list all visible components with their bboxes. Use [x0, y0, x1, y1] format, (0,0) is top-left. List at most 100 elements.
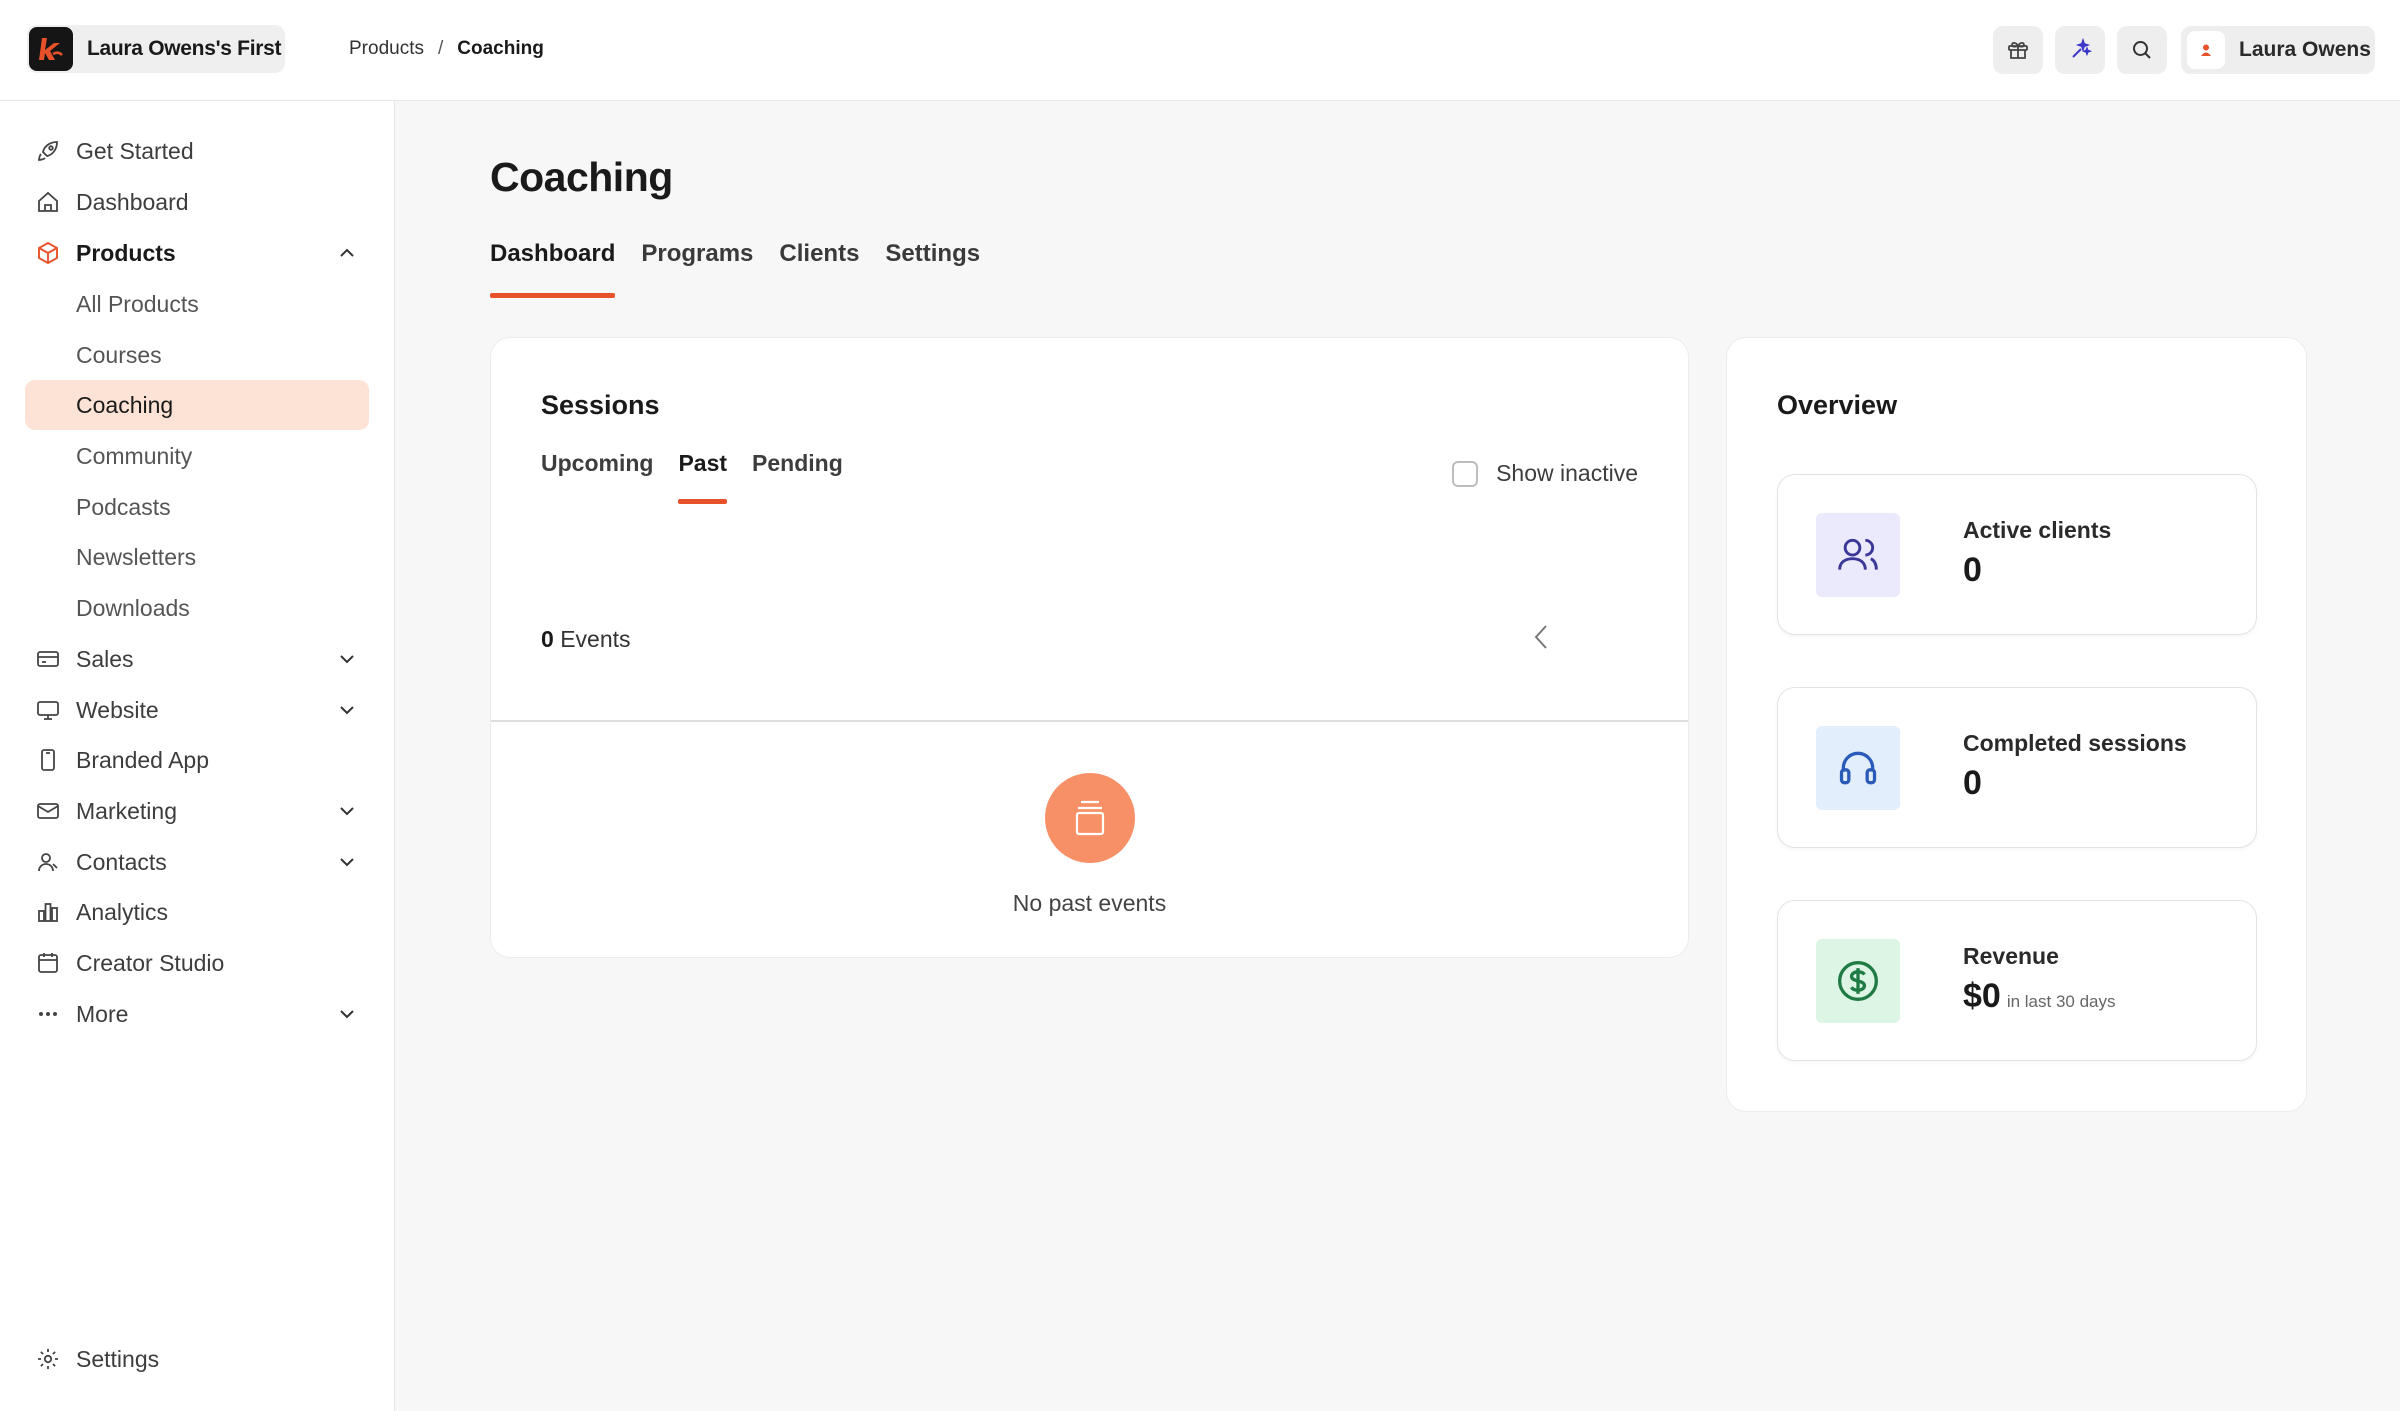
stat-subtext: in last 30 days — [2006, 992, 2116, 1011]
show-inactive-label: Show inactive — [1496, 460, 1638, 486]
sidebar-item-label: Creator Studio — [76, 949, 225, 976]
show-inactive-checkbox[interactable] — [1452, 460, 1479, 487]
sidebar-subitem-label: Courses — [76, 341, 162, 368]
previous-button[interactable] — [1526, 621, 1558, 653]
avatar — [2187, 31, 2225, 69]
sidebar-subitem-label: Community — [76, 442, 193, 469]
sidebar-item-label: Marketing — [76, 797, 177, 824]
stat-label: Completed sessions — [1963, 730, 2187, 756]
phone-icon — [35, 747, 61, 773]
headset-icon — [1816, 726, 1900, 810]
events-count: 0 Events — [541, 626, 631, 653]
top-bar: Laura Owens's First Products / Coaching … — [0, 0, 2400, 101]
bar-chart-icon — [35, 899, 61, 925]
chevron-left-icon — [1534, 625, 1547, 649]
stat-value: 0 — [1963, 551, 1982, 589]
sidebar-subitem-label: Podcasts — [76, 493, 171, 520]
home-icon — [35, 189, 61, 215]
sidebar-item-label: More — [76, 1000, 129, 1027]
tab-past[interactable]: Past — [678, 450, 727, 504]
chevron-down-icon — [340, 1010, 354, 1019]
rocket-icon — [35, 138, 61, 164]
sidebar-item-creator-studio[interactable]: Creator Studio — [25, 938, 369, 988]
box-icon — [35, 240, 61, 266]
sidebar-subitem-label: Coaching — [76, 391, 174, 418]
sidebar-subitem-newsletters[interactable]: Newsletters — [25, 532, 369, 582]
sidebar-item-marketing[interactable]: Marketing — [25, 786, 369, 836]
tab-clients[interactable]: Clients — [779, 240, 859, 298]
tab-pending[interactable]: Pending — [752, 450, 843, 504]
page-tabs: Dashboard Programs Clients Settings — [490, 240, 1006, 298]
events-count-label: Events — [560, 626, 631, 652]
sessions-title: Sessions — [541, 390, 660, 420]
sidebar-subitem-coaching[interactable]: Coaching — [25, 380, 369, 430]
stat-value: $0 in last 30 days — [1963, 977, 2116, 1016]
stat-completed-sessions: Completed sessions 0 — [1777, 687, 2257, 848]
sidebar-item-get-started[interactable]: Get Started — [25, 126, 369, 176]
tab-dashboard[interactable]: Dashboard — [490, 240, 616, 298]
sidebar-subitem-podcasts[interactable]: Podcasts — [25, 482, 369, 532]
sidebar-subitem-community[interactable]: Community — [25, 431, 369, 481]
sidebar-item-settings[interactable]: Settings — [25, 1334, 369, 1384]
sidebar-item-label: Get Started — [76, 137, 194, 164]
sidebar-item-products[interactable]: Products — [25, 228, 369, 278]
sidebar-item-more[interactable]: More — [25, 989, 369, 1039]
tab-settings[interactable]: Settings — [885, 240, 980, 298]
events-count-number: 0 — [541, 626, 554, 652]
brand-logo — [29, 27, 73, 71]
stat-value-number: $0 — [1963, 977, 2001, 1015]
sidebar-subitem-label: All Products — [76, 290, 199, 317]
mail-icon — [35, 798, 61, 824]
empty-state-text: No past events — [1012, 890, 1167, 916]
overview-title: Overview — [1777, 390, 1898, 420]
sidebar-item-analytics[interactable]: Analytics — [25, 887, 369, 937]
chevron-down-icon — [340, 706, 354, 715]
user-menu-button[interactable]: Laura Owens — [2181, 26, 2375, 74]
sessions-tabs: Upcoming Past Pending — [541, 450, 868, 504]
credit-card-icon — [35, 646, 61, 672]
tab-upcoming[interactable]: Upcoming — [541, 450, 653, 504]
sidebar-subitem-downloads[interactable]: Downloads — [25, 583, 369, 633]
chevron-down-icon — [340, 655, 354, 664]
sidebar-item-contacts[interactable]: Contacts — [25, 837, 369, 887]
gift-icon — [2008, 41, 2028, 59]
empty-state-badge — [1045, 773, 1135, 863]
sidebar-item-branded-app[interactable]: Branded App — [25, 735, 369, 785]
chevron-up-icon — [340, 248, 354, 257]
breadcrumb: Products / Coaching — [349, 38, 544, 60]
sidebar-subitem-courses[interactable]: Courses — [25, 330, 369, 380]
dollar-icon — [1816, 939, 1900, 1023]
sidebar-item-label: Contacts — [76, 848, 167, 875]
chevron-down-icon — [340, 807, 354, 816]
sidebar-item-label: Analytics — [76, 898, 169, 925]
sidebar-item-dashboard[interactable]: Dashboard — [25, 177, 369, 227]
search-icon — [2133, 41, 2151, 59]
monitor-icon — [35, 697, 61, 723]
calendar-icon — [35, 950, 61, 976]
brand-switcher[interactable]: Laura Owens's First — [27, 25, 285, 73]
tab-programs[interactable]: Programs — [641, 240, 753, 298]
breadcrumb-separator: / — [437, 38, 444, 59]
chevron-down-icon — [340, 858, 354, 867]
sidebar-item-label: Sales — [76, 645, 134, 672]
sessions-card: Sessions Upcoming Past Pending Show inac… — [490, 337, 1689, 958]
stat-value: 0 — [1963, 764, 1982, 802]
overview-card: Overview Active clients 0 Completed sess… — [1726, 337, 2307, 1112]
stat-active-clients: Active clients 0 — [1777, 474, 2257, 635]
sidebar-item-sales[interactable]: Sales — [25, 634, 369, 684]
divider — [491, 720, 1688, 722]
brand-name: Laura Owens's First — [87, 37, 282, 60]
search-button[interactable] — [2117, 26, 2167, 74]
breadcrumb-products[interactable]: Products — [349, 38, 424, 60]
sidebar-subitem-label: Newsletters — [76, 543, 197, 570]
sidebar-subitem-all-products[interactable]: All Products — [25, 279, 369, 329]
ai-button[interactable] — [2055, 26, 2105, 74]
more-icon — [35, 1001, 61, 1027]
show-inactive-toggle[interactable]: Show inactive — [1452, 460, 1638, 487]
gift-button[interactable] — [1993, 26, 2043, 74]
sidebar: Get Started Dashboard Products All Produ… — [0, 101, 395, 1411]
breadcrumb-coaching: Coaching — [457, 38, 544, 59]
gear-icon — [35, 1346, 61, 1372]
sidebar-item-label: Website — [76, 696, 159, 723]
sidebar-item-website[interactable]: Website — [25, 685, 369, 735]
